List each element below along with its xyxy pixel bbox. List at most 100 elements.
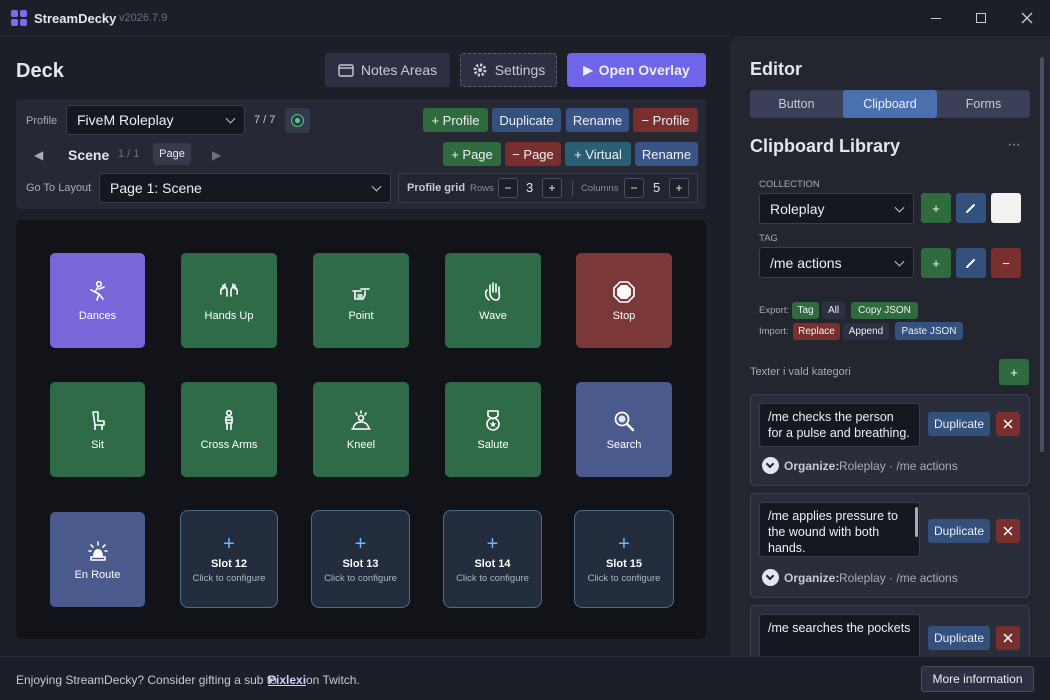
delete-clip-button[interactable] — [996, 519, 1020, 543]
prev-scene-icon[interactable]: ◀ — [34, 148, 43, 162]
notes-icon — [338, 64, 354, 77]
goto-layout-label: Go To Layout — [26, 182, 92, 194]
editor-scrollbar[interactable] — [1040, 57, 1044, 452]
open-overlay-button[interactable]: ▶ Open Overlay — [567, 53, 706, 87]
tile-dances[interactable]: Dances — [50, 253, 145, 348]
tile-stop[interactable]: Stop — [576, 253, 672, 348]
scene-label: Scene — [68, 147, 110, 163]
duplicate-clip-button[interactable]: Duplicate — [928, 412, 990, 436]
delete-clip-button[interactable] — [996, 626, 1020, 650]
collection-color-swatch[interactable] — [991, 193, 1021, 223]
plus-icon: + — [354, 533, 367, 555]
collection-select[interactable]: Roleplay — [759, 193, 914, 224]
tab-button[interactable]: Button — [750, 90, 843, 118]
add-virtual-button[interactable]: + Virtual — [565, 142, 631, 166]
paste-json-button[interactable]: Paste JSON — [895, 322, 963, 340]
duplicate-profile-button[interactable]: Duplicate — [492, 108, 561, 132]
tag-select[interactable]: /me actions — [759, 247, 914, 278]
tile-search[interactable]: Search — [576, 382, 672, 477]
minimize-icon[interactable] — [931, 18, 941, 19]
medal-icon — [486, 409, 500, 431]
duplicate-clip-button[interactable]: Duplicate — [928, 519, 990, 543]
organize-toggle-icon[interactable] — [762, 457, 779, 474]
tile-en-route[interactable]: En Route — [50, 512, 145, 607]
empty-slot[interactable]: + Slot 12 Click to configure — [180, 510, 278, 608]
close-icon[interactable] — [1021, 12, 1033, 24]
clipboard-card: /me searches the pockets Duplicate — [750, 605, 1030, 656]
add-collection-button[interactable]: + — [921, 193, 951, 223]
settings-button[interactable]: Settings — [460, 53, 557, 87]
duplicate-clip-button[interactable]: Duplicate — [928, 626, 990, 650]
siren-icon — [87, 540, 108, 561]
rows-minus-button[interactable]: − — [498, 178, 518, 198]
magnifier-icon — [614, 411, 635, 431]
edit-tag-button[interactable] — [956, 248, 986, 278]
close-icon — [1003, 633, 1013, 643]
columns-minus-button[interactable]: − — [624, 178, 644, 198]
clipboard-library-title: Clipboard Library — [750, 136, 901, 156]
remove-page-button[interactable]: − Page — [505, 142, 561, 166]
clip-text-field[interactable]: /me searches the pockets — [759, 614, 920, 656]
empty-slot[interactable]: + Slot 13 Click to configure — [311, 510, 410, 608]
tab-clipboard[interactable]: Clipboard — [843, 90, 937, 118]
footer-text: Enjoying StreamDecky? Consider gifting a… — [16, 673, 277, 687]
text-scrollbar[interactable] — [915, 507, 918, 537]
tile-cross-arms[interactable]: Cross Arms — [181, 382, 277, 477]
export-tag-button[interactable]: Tag — [792, 302, 819, 319]
tile-wave[interactable]: Wave — [445, 253, 541, 348]
play-icon: ▶ — [583, 63, 593, 77]
clip-text-field[interactable]: /me checks the person for a pulse and br… — [759, 403, 920, 447]
point-icon — [352, 287, 370, 300]
columns-label: Columns — [581, 183, 619, 194]
tile-sit[interactable]: Sit — [50, 382, 145, 477]
card-clip: /me searches the pockets Duplicate — [740, 600, 1040, 656]
tile-hands-up[interactable]: Hands Up — [181, 253, 277, 348]
rename-page-button[interactable]: Rename — [635, 142, 698, 166]
plus-icon: + — [618, 533, 630, 555]
add-tag-button[interactable]: + — [921, 248, 951, 278]
maximize-icon[interactable] — [976, 13, 986, 23]
organize-toggle-icon[interactable] — [762, 569, 779, 586]
pixlexi-link[interactable]: Pixlexi — [268, 673, 306, 687]
rows-plus-button[interactable]: + — [542, 178, 562, 198]
empty-slot[interactable]: + Slot 15 Click to configure — [574, 510, 674, 608]
more-information-button[interactable]: More information — [921, 666, 1034, 692]
append-button[interactable]: Append — [843, 323, 889, 340]
close-icon — [1003, 526, 1013, 536]
add-page-button[interactable]: + Page — [443, 142, 501, 166]
kneel-icon — [351, 409, 371, 430]
replace-button[interactable]: Replace — [793, 323, 840, 340]
tile-salute[interactable]: Salute — [445, 382, 541, 477]
add-profile-button[interactable]: + Profile — [423, 108, 488, 132]
profile-status-icon[interactable] — [285, 108, 310, 133]
notes-areas-button[interactable]: Notes Areas — [325, 53, 450, 87]
goto-layout-select[interactable]: Page 1: Scene — [99, 173, 391, 203]
collection-label: COLLECTION — [759, 179, 820, 190]
clip-text-field[interactable]: /me applies pressure to the wound with b… — [759, 502, 920, 557]
profile-grid-label: Profile grid — [407, 182, 466, 194]
tile-kneel[interactable]: Kneel — [313, 382, 409, 477]
more-options-icon[interactable]: ··· — [1007, 136, 1021, 154]
tab-forms[interactable]: Forms — [937, 90, 1030, 118]
export-all-button[interactable]: All — [822, 302, 845, 319]
organize-label: Organize: — [784, 571, 840, 585]
tag-label: TAG — [759, 233, 778, 244]
remove-tag-button[interactable]: − — [991, 248, 1021, 278]
profile-select[interactable]: FiveM Roleplay — [66, 105, 245, 135]
grid-divider — [572, 181, 573, 196]
tile-point[interactable]: Point — [313, 253, 409, 348]
rename-profile-button[interactable]: Rename — [566, 108, 629, 132]
delete-clip-button[interactable] — [996, 412, 1020, 436]
footer-bar: Enjoying StreamDecky? Consider gifting a… — [0, 656, 1050, 700]
remove-profile-button[interactable]: − Profile — [633, 108, 698, 132]
add-text-button[interactable]: + — [999, 359, 1029, 385]
copy-json-button[interactable]: Copy JSON — [851, 302, 918, 319]
empty-slot[interactable]: + Slot 14 Click to configure — [443, 510, 542, 608]
clipboard-card: /me applies pressure to the wound with b… — [750, 493, 1030, 598]
plus-icon: + — [486, 533, 499, 555]
rows-label: Rows — [470, 183, 494, 194]
columns-plus-button[interactable]: + — [669, 178, 689, 198]
edit-collection-button[interactable] — [956, 193, 986, 223]
columns-value: 5 — [653, 180, 661, 195]
next-scene-icon[interactable]: ▶ — [212, 148, 221, 162]
